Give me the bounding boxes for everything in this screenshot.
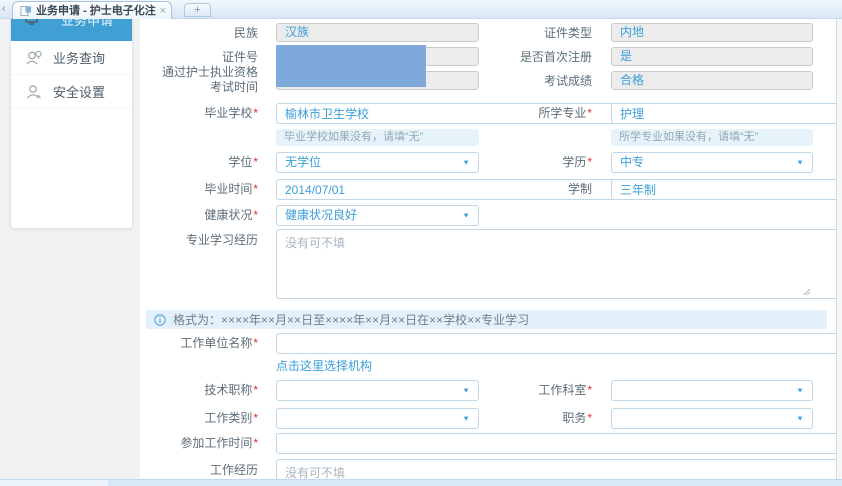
position-label: 职务*: [474, 408, 592, 429]
sidebar-item-label: 业务查询: [53, 48, 105, 67]
row-select-org: 点击这里选择机构: [276, 359, 576, 373]
work-experience-textarea[interactable]: [276, 459, 836, 479]
row-work-experience: 工作经历: [140, 459, 836, 479]
work-dept-label: 工作科室*: [474, 380, 592, 401]
graduation-date-label: 毕业时间*: [140, 179, 258, 200]
vertical-scrollbar[interactable]: [836, 19, 842, 479]
row-techtitle-dept: 技术职称* ▼ 工作科室* ▼: [140, 380, 836, 401]
major-hint: 所学专业如果没有，请填“无”: [611, 129, 813, 146]
info-icon: [154, 314, 166, 326]
browser-tab-bar: ‹ 业务申请 - 护士电子化注 × +: [0, 0, 842, 19]
major-input[interactable]: [611, 103, 836, 124]
study-experience-textarea[interactable]: [276, 229, 836, 299]
chevron-down-icon: ▼: [462, 382, 470, 398]
education-label: 学历*: [474, 152, 592, 173]
work-experience-label: 工作经历: [140, 462, 258, 478]
work-unit-label: 工作单位名称*: [140, 333, 258, 354]
horizontal-scrollbar-thumb[interactable]: [0, 480, 108, 486]
degree-select[interactable]: 无学位▼: [276, 152, 479, 173]
position-select[interactable]: ▼: [611, 408, 813, 429]
ethnicity-label: 民族: [140, 23, 258, 44]
sidebar-item-business-application[interactable]: 业务申请: [11, 19, 132, 41]
row-health: 健康状况* 健康状况良好▼: [140, 205, 836, 226]
select-organization-link[interactable]: 点击这里选择机构: [276, 359, 372, 373]
row-ethnicity-idtype: 民族 汉族 证件类型 内地: [140, 23, 836, 44]
row-study-experience: 专业学习经历: [140, 229, 836, 299]
first-registration-input: 是: [611, 47, 813, 66]
major-label: 所学专业*: [474, 103, 592, 124]
work-unit-input[interactable]: [276, 333, 836, 354]
application-icon: [25, 19, 38, 25]
school-system-input[interactable]: [611, 179, 836, 200]
education-select[interactable]: 中专▼: [611, 152, 813, 173]
first-registration-label: 是否首次注册: [474, 47, 592, 68]
horizontal-scrollbar[interactable]: [0, 479, 842, 486]
browser-tab[interactable]: 业务申请 - 护士电子化注 ×: [12, 1, 172, 19]
row-category-position: 工作类别* ▼ 职务* ▼: [140, 408, 836, 429]
exam-result-input: 合格: [611, 71, 813, 90]
tab-title: 业务申请 - 护士电子化注: [36, 3, 156, 19]
tab-scroll-left-icon[interactable]: ‹: [2, 2, 6, 16]
chevron-down-icon: ▼: [796, 154, 804, 170]
chevron-down-icon: ▼: [796, 382, 804, 398]
privacy-redaction-overlay: [276, 45, 426, 87]
health-select[interactable]: 健康状况良好▼: [276, 205, 479, 226]
degree-label: 学位*: [140, 152, 258, 173]
sidebar-item-label: 安全设置: [53, 82, 105, 101]
row-gradtime-system: 毕业时间* 学制: [140, 179, 836, 200]
graduate-school-label: 毕业学校*: [140, 103, 258, 124]
format-note-text: 格式为：××××年××月××日至××××年××月××日在××学校××专业学习: [173, 311, 529, 328]
work-category-select[interactable]: ▼: [276, 408, 479, 429]
id-type-input: 内地: [611, 23, 813, 42]
school-system-label: 学制: [474, 179, 592, 200]
work-category-label: 工作类别*: [140, 408, 258, 429]
work-start-input[interactable]: [276, 433, 836, 454]
row-school-major: 毕业学校* 所学专业*: [140, 103, 836, 124]
row-work-start: 参加工作时间*: [140, 433, 836, 454]
chevron-down-icon: ▼: [796, 410, 804, 426]
tab-close-icon[interactable]: ×: [160, 4, 166, 18]
tech-title-label: 技术职称*: [140, 380, 258, 401]
study-experience-label: 专业学习经历: [140, 232, 258, 248]
graduate-school-hint: 毕业学校如果没有，请填“无”: [276, 129, 479, 146]
sidebar: 业务申请 业务查询 安全设置: [10, 19, 133, 229]
security-settings-icon: [25, 83, 43, 101]
new-tab-button[interactable]: +: [184, 3, 211, 17]
chevron-down-icon: ▼: [462, 154, 470, 170]
sidebar-item-business-query[interactable]: 业务查询: [11, 41, 132, 75]
chevron-down-icon: ▼: [462, 207, 470, 223]
chevron-down-icon: ▼: [462, 410, 470, 426]
row-hints: 毕业学校如果没有，请填“无” 所学专业如果没有，请填“无”: [140, 129, 836, 146]
business-query-icon: [25, 49, 43, 67]
resize-grip-icon[interactable]: [803, 288, 811, 296]
work-dept-select[interactable]: ▼: [611, 380, 813, 401]
sidebar-item-label: 业务申请: [61, 19, 113, 29]
format-note-bar: 格式为：××××年××月××日至××××年××月××日在××学校××专业学习: [146, 310, 827, 329]
tab-favicon-icon: [20, 5, 32, 17]
work-start-label: 参加工作时间*: [140, 433, 258, 454]
tech-title-select[interactable]: ▼: [276, 380, 479, 401]
id-type-label: 证件类型: [474, 23, 592, 44]
ethnicity-input: 汉族: [276, 23, 479, 42]
registration-form: 民族 汉族 证件类型 内地 证件号 是否首次注册 是 通过护士执业资格考试时间 …: [140, 19, 836, 479]
row-work-unit: 工作单位名称*: [140, 333, 836, 354]
health-label: 健康状况*: [140, 205, 258, 226]
sidebar-item-security-settings[interactable]: 安全设置: [11, 75, 132, 109]
exam-time-label: 通过护士执业资格考试时间: [140, 65, 258, 95]
exam-result-label: 考试成绩: [474, 71, 592, 92]
row-degree-education: 学位* 无学位▼ 学历* 中专▼: [140, 152, 836, 173]
